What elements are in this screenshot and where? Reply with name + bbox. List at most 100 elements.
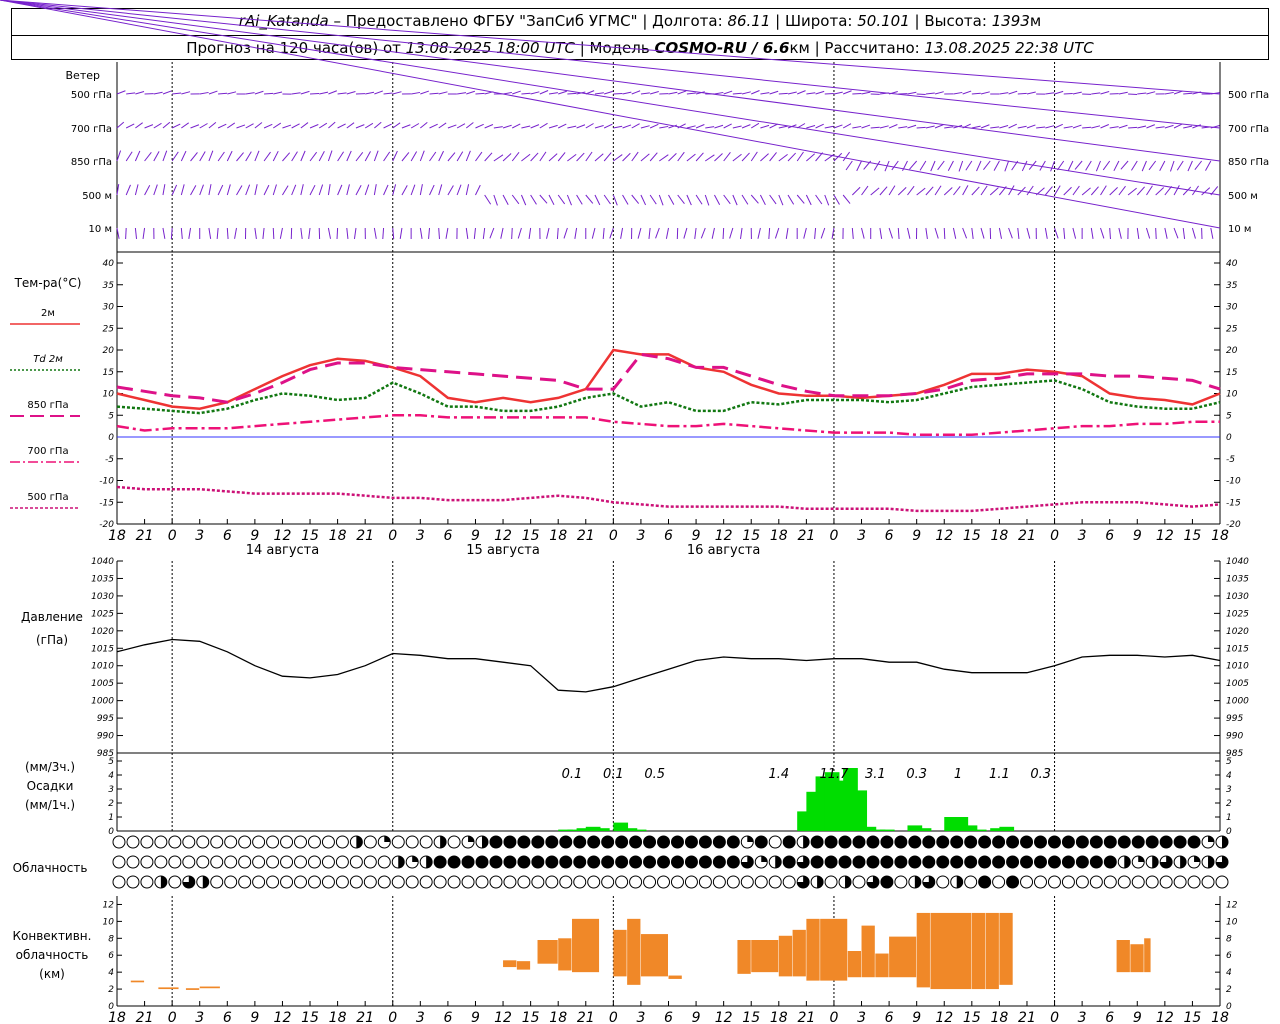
x-tick-label: 21 [356, 528, 374, 544]
wind-barb [153, 151, 160, 162]
cloud-cover-symbol [280, 875, 294, 889]
cloud-cover-symbol [126, 875, 140, 889]
temp-y-label: -15 [1226, 498, 1241, 508]
wind-barb [134, 227, 138, 239]
wind-barb [0, 0, 1221, 129]
wind-barb [934, 185, 942, 196]
wind-barb [364, 151, 371, 162]
wind-barb [594, 194, 601, 206]
wind-barb [428, 227, 431, 240]
wind-barb [603, 123, 613, 129]
cloud-cover-symbol [852, 855, 866, 869]
wind-barb [952, 227, 957, 239]
cloud-cover-symbol [503, 855, 517, 869]
x-tick-label: 18 [108, 528, 126, 544]
cloud-cover-fill [747, 836, 754, 842]
x-tick-label: 18 [770, 1010, 788, 1024]
wind-barb [144, 124, 154, 129]
wind-barb [438, 227, 440, 240]
cloud-cover-symbol [1020, 835, 1034, 849]
cloud-cover-symbol [712, 835, 726, 849]
cloud-title: Облачность [13, 861, 88, 875]
wind-barb [457, 92, 467, 95]
cloud-cover-symbol [1006, 855, 1020, 869]
conv-bar [1144, 938, 1151, 973]
wind-barb [208, 227, 212, 239]
cloud-cover-symbol [922, 835, 936, 849]
cloud-cover-fill [398, 856, 405, 868]
wind-barb [768, 227, 771, 240]
cloud-cover-symbol [447, 855, 461, 869]
conv-y-label: 10 [1226, 917, 1238, 927]
cloud-cover-symbol [196, 835, 210, 849]
wind-barb [475, 151, 483, 162]
wind-barb [704, 194, 710, 206]
wind-barb [546, 227, 550, 239]
conv-bar [558, 938, 572, 971]
cloud-cover-symbol [684, 855, 698, 869]
precip-total-label: 0.1 [603, 767, 624, 782]
conv-bar [751, 940, 779, 973]
wind-barb [300, 90, 310, 95]
wind-barb [649, 91, 659, 95]
wind-barb [1039, 160, 1046, 171]
wind-barb [475, 184, 481, 196]
cloud-cover-symbol [419, 835, 433, 849]
wind-barb [759, 194, 766, 206]
cloud-cover-fill [1152, 856, 1159, 868]
wind-barb [980, 91, 990, 95]
wind-barb [971, 92, 981, 95]
wind-barb [282, 152, 291, 162]
cloud-cover-symbol [936, 835, 950, 849]
wind-barb [456, 151, 464, 162]
wind-barb [548, 153, 558, 162]
precip-y-label: 1 [1226, 813, 1232, 823]
wind-barb [318, 122, 328, 129]
wind-barb [677, 194, 685, 204]
wind-barb [622, 91, 632, 95]
cloud-cover-symbol [601, 875, 615, 889]
cloud-cover-symbol [517, 855, 531, 869]
cloud-cover-symbol [573, 835, 587, 849]
cloud-cover-symbol [880, 835, 894, 849]
precip-y-label: 3 [108, 785, 114, 795]
wind-barb [484, 124, 494, 129]
wind-barb [475, 92, 485, 95]
x-tick-label: 9 [471, 1010, 480, 1024]
cloud-cover-symbol [531, 875, 545, 889]
temp-legend-label: 2м [41, 308, 55, 319]
wind-barb [787, 91, 797, 95]
wind-barb [1164, 186, 1173, 196]
cloud-cover-symbol [391, 835, 405, 849]
cloud-cover-symbol [657, 855, 671, 869]
precip-bar [852, 790, 868, 831]
wind-barb [1141, 160, 1147, 172]
wind-barb [861, 185, 869, 196]
wind-barb [1072, 91, 1082, 95]
x-tick-label: 3 [636, 528, 645, 544]
wind-barb [750, 122, 760, 129]
wind-barb [741, 194, 749, 205]
cloud-cover-symbol [489, 855, 503, 869]
wind-barb [500, 227, 504, 239]
wind-barb [142, 227, 146, 239]
wind-barb [594, 125, 604, 129]
wind-barb [778, 92, 788, 95]
wind-barb [530, 91, 540, 95]
cloud-cover-symbol [782, 835, 796, 849]
wind-barb [199, 184, 204, 196]
conv-y-label: 10 [103, 917, 115, 927]
wind-barb [1109, 126, 1119, 129]
wind-barb [604, 90, 613, 95]
cloud-cover-symbol [754, 875, 768, 889]
wind-barb [475, 123, 484, 129]
wind-barb [953, 186, 961, 196]
wind-barb [1173, 227, 1179, 239]
x-tick-label: 0 [388, 1010, 397, 1024]
wind-barb [373, 150, 379, 162]
cloud-cover-fill [202, 876, 209, 888]
wind-barb [602, 227, 605, 240]
wind-barb [1137, 125, 1147, 129]
cloud-cover-symbol [992, 835, 1006, 849]
wind-barb [677, 90, 687, 95]
